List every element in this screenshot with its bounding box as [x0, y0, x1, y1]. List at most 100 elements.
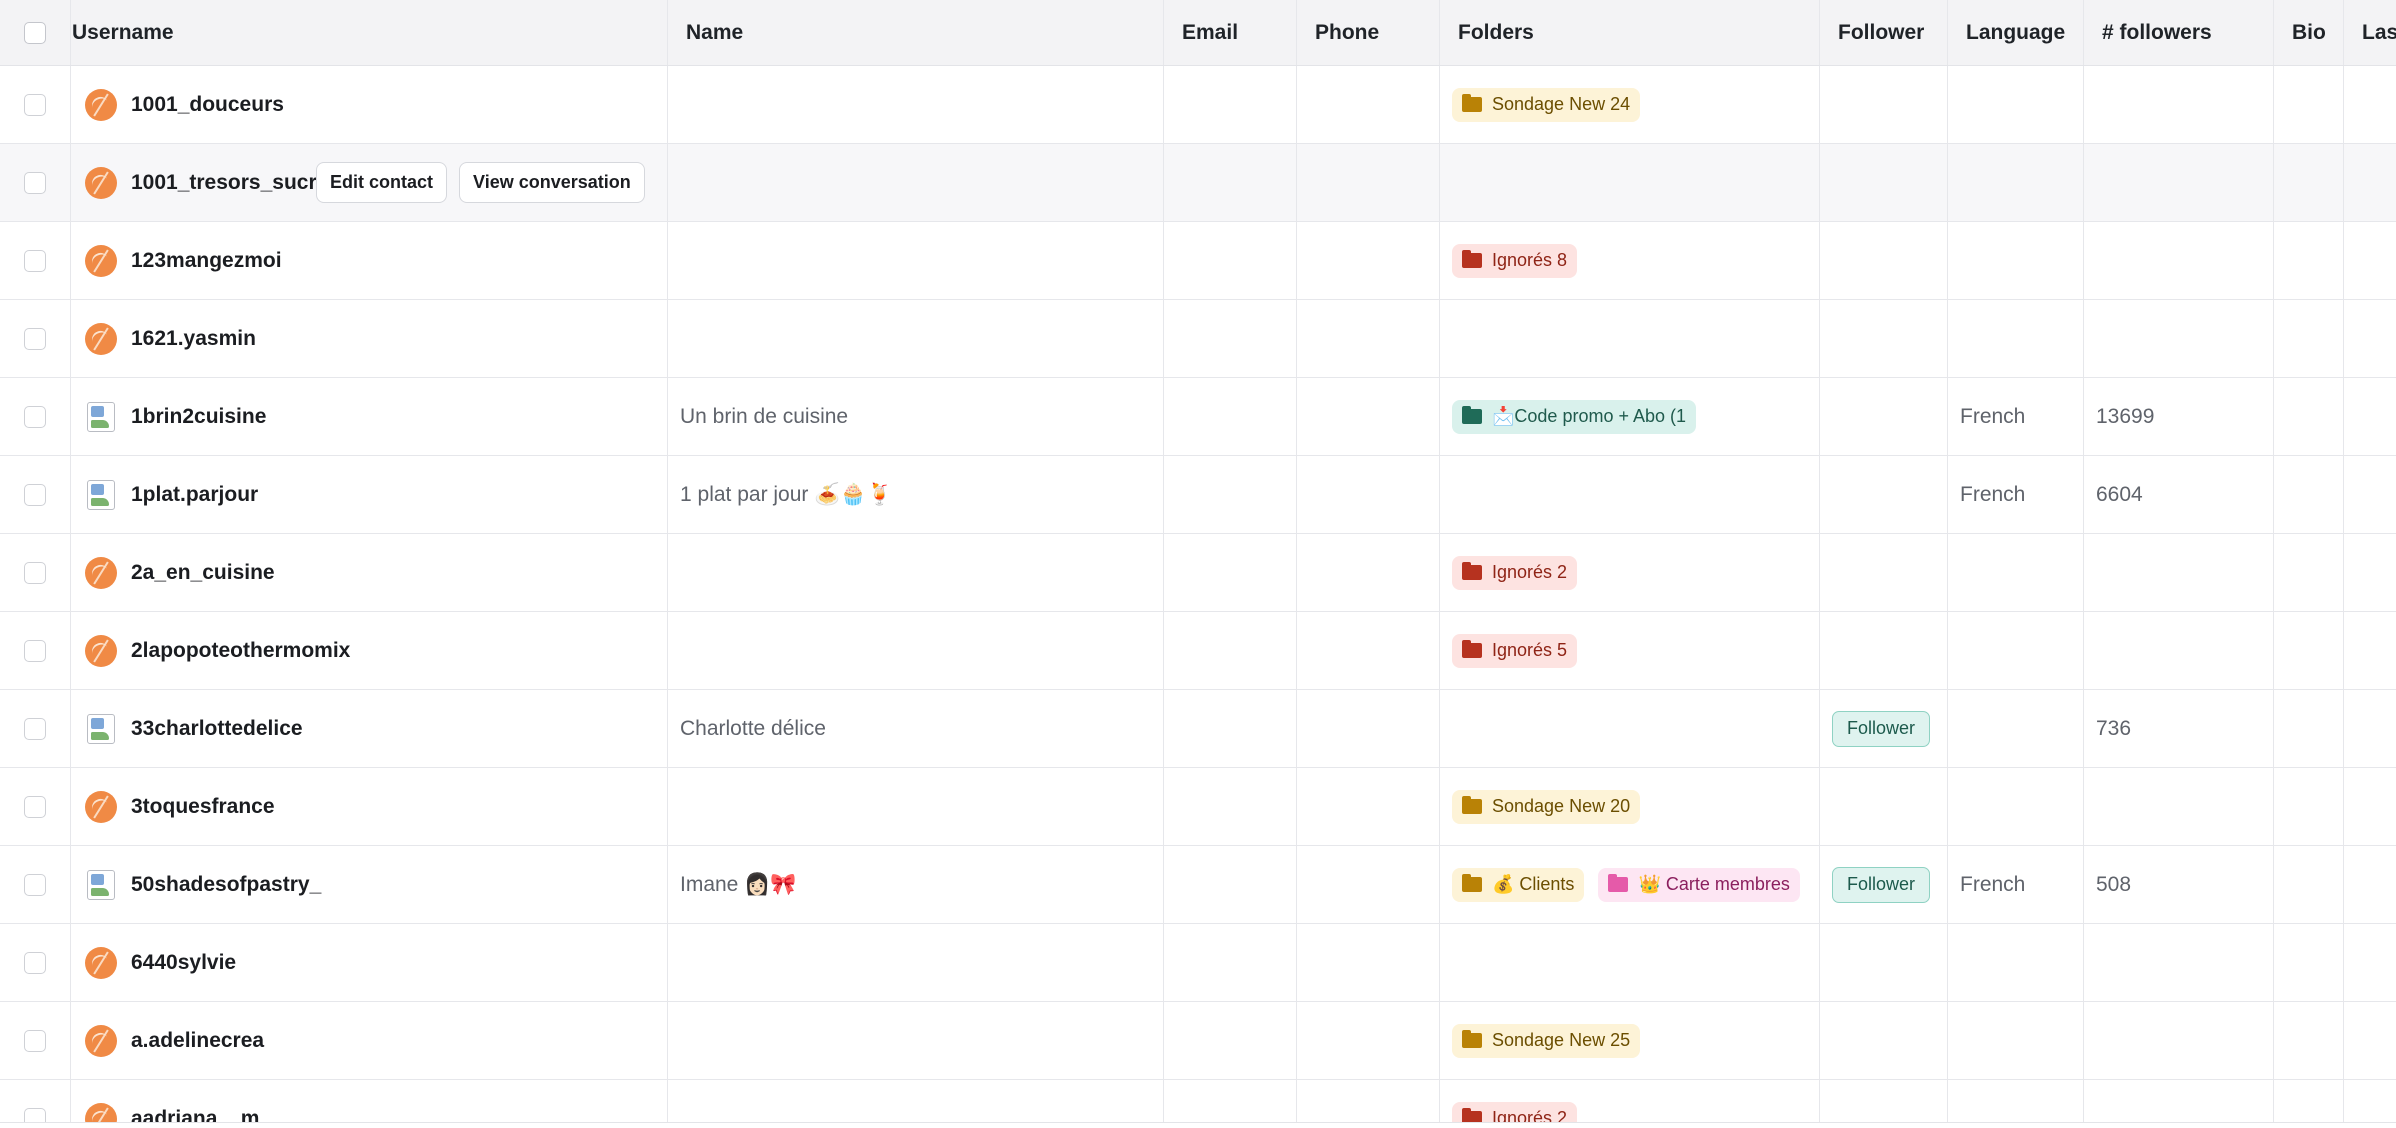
username[interactable]: 123mangezmoi	[131, 249, 282, 273]
name-cell[interactable]	[668, 300, 1164, 377]
row-checkbox[interactable]	[24, 405, 46, 428]
phone-cell[interactable]	[1297, 690, 1440, 767]
folders-cell[interactable]: Sondage New 20	[1440, 768, 1820, 845]
email-cell[interactable]	[1164, 690, 1297, 767]
folder-tag[interactable]: Sondage New 24	[1452, 87, 1641, 122]
followers-count-cell[interactable]	[2084, 1002, 2274, 1079]
username[interactable]: 33charlottedelice	[131, 717, 303, 741]
last-cell[interactable]	[2344, 144, 2396, 221]
folders-cell[interactable]: Ignorés 5	[1440, 612, 1820, 689]
email-cell[interactable]	[1164, 924, 1297, 1001]
table-row[interactable]: 33charlottedelice Charlotte délice Follo…	[0, 690, 2396, 768]
phone-cell[interactable]	[1297, 144, 1440, 221]
phone-cell[interactable]	[1297, 300, 1440, 377]
table-row[interactable]: 1brin2cuisine Un brin de cuisine 📩Code p…	[0, 378, 2396, 456]
folders-cell[interactable]: Ignorés 2	[1440, 1080, 1820, 1122]
phone-cell[interactable]	[1297, 456, 1440, 533]
language-cell[interactable]: French	[1948, 846, 2084, 923]
follower-cell[interactable]	[1820, 612, 1948, 689]
last-cell[interactable]	[2344, 924, 2396, 1001]
phone-cell[interactable]	[1297, 222, 1440, 299]
username-cell[interactable]: 1brin2cuisine	[71, 378, 668, 455]
folders-cell[interactable]: Ignorés 8	[1440, 222, 1820, 299]
email-cell[interactable]	[1164, 534, 1297, 611]
table-row[interactable]: 3toquesfrance Sondage New 20	[0, 768, 2396, 846]
select-all-checkbox[interactable]	[24, 21, 46, 44]
email-cell[interactable]	[1164, 456, 1297, 533]
email-cell[interactable]	[1164, 612, 1297, 689]
language-cell[interactable]	[1948, 66, 2084, 143]
username[interactable]: 3toquesfrance	[131, 795, 275, 819]
bio-cell[interactable]	[2274, 1002, 2344, 1079]
followers-count-cell[interactable]	[2084, 534, 2274, 611]
username[interactable]: 1001_douceurs	[131, 93, 284, 117]
last-cell[interactable]	[2344, 66, 2396, 143]
phone-cell[interactable]	[1297, 1002, 1440, 1079]
folders-cell[interactable]	[1440, 300, 1820, 377]
header-follower[interactable]: Follower	[1820, 0, 1948, 65]
folder-tag[interactable]: Sondage New 25	[1452, 1023, 1641, 1058]
last-cell[interactable]	[2344, 378, 2396, 455]
last-cell[interactable]	[2344, 1002, 2396, 1079]
last-cell[interactable]	[2344, 534, 2396, 611]
username[interactable]: 50shadesofpastry_	[131, 873, 321, 897]
table-row[interactable]: 6440sylvie	[0, 924, 2396, 1002]
phone-cell[interactable]	[1297, 846, 1440, 923]
table-row[interactable]: 1plat.parjour 1 plat par jour 🍝🧁🍹 French…	[0, 456, 2396, 534]
follower-cell[interactable]: Follower	[1820, 690, 1948, 767]
followers-count-cell[interactable]	[2084, 1080, 2274, 1122]
bio-cell[interactable]	[2274, 66, 2344, 143]
bio-cell[interactable]	[2274, 378, 2344, 455]
language-cell[interactable]: French	[1948, 456, 2084, 533]
language-cell[interactable]	[1948, 768, 2084, 845]
table-row[interactable]: a.adelinecrea Sondage New 25	[0, 1002, 2396, 1080]
email-cell[interactable]	[1164, 846, 1297, 923]
last-cell[interactable]	[2344, 222, 2396, 299]
username[interactable]: 2a_en_cuisine	[131, 561, 275, 585]
followers-count-cell[interactable]	[2084, 300, 2274, 377]
email-cell[interactable]	[1164, 222, 1297, 299]
folders-cell[interactable]	[1440, 690, 1820, 767]
follower-cell[interactable]	[1820, 456, 1948, 533]
folders-cell[interactable]: Sondage New 25	[1440, 1002, 1820, 1079]
username-cell[interactable]: 1plat.parjour	[71, 456, 668, 533]
last-cell[interactable]	[2344, 768, 2396, 845]
bio-cell[interactable]	[2274, 846, 2344, 923]
follower-cell[interactable]	[1820, 534, 1948, 611]
follower-cell[interactable]	[1820, 222, 1948, 299]
username[interactable]: 1001_tresors_sucre	[131, 171, 328, 195]
followers-count-cell[interactable]	[2084, 222, 2274, 299]
folders-cell[interactable]: 📩Code promo + Abo (1	[1440, 378, 1820, 455]
row-checkbox[interactable]	[24, 873, 46, 896]
folder-tag[interactable]: 💰 Clients	[1452, 867, 1585, 902]
folders-cell[interactable]: 💰 Clients 👑 Carte membres	[1440, 846, 1820, 923]
followers-count-cell[interactable]	[2084, 924, 2274, 1001]
username[interactable]: a.adelinecrea	[131, 1029, 264, 1053]
phone-cell[interactable]	[1297, 1080, 1440, 1122]
username[interactable]: 2lapopoteothermomix	[131, 639, 350, 663]
bio-cell[interactable]	[2274, 1080, 2344, 1122]
last-cell[interactable]	[2344, 690, 2396, 767]
bio-cell[interactable]	[2274, 456, 2344, 533]
username-cell[interactable]: 123mangezmoi	[71, 222, 668, 299]
username[interactable]: 6440sylvie	[131, 951, 236, 975]
folder-tag[interactable]: Ignorés 8	[1452, 243, 1578, 278]
username-cell[interactable]: 2lapopoteothermomix	[71, 612, 668, 689]
header-phone[interactable]: Phone	[1297, 0, 1440, 65]
follower-cell[interactable]	[1820, 768, 1948, 845]
row-checkbox[interactable]	[24, 639, 46, 662]
row-checkbox[interactable]	[24, 327, 46, 350]
folder-tag[interactable]: 👑 Carte membres	[1598, 867, 1800, 902]
name-cell[interactable]: Un brin de cuisine	[668, 378, 1164, 455]
followers-count-cell[interactable]	[2084, 144, 2274, 221]
name-cell[interactable]	[668, 1080, 1164, 1122]
last-cell[interactable]	[2344, 846, 2396, 923]
row-checkbox[interactable]	[24, 93, 46, 116]
table-row[interactable]: 1001_douceurs Sondage New 24	[0, 66, 2396, 144]
follower-cell[interactable]	[1820, 144, 1948, 221]
folder-tag[interactable]: 📩Code promo + Abo (1	[1452, 399, 1697, 434]
language-cell[interactable]	[1948, 1002, 2084, 1079]
table-row[interactable]: 1001_tresors_sucre Edit contact View con…	[0, 144, 2396, 222]
language-cell[interactable]: French	[1948, 378, 2084, 455]
header-username[interactable]: Username	[71, 0, 668, 65]
